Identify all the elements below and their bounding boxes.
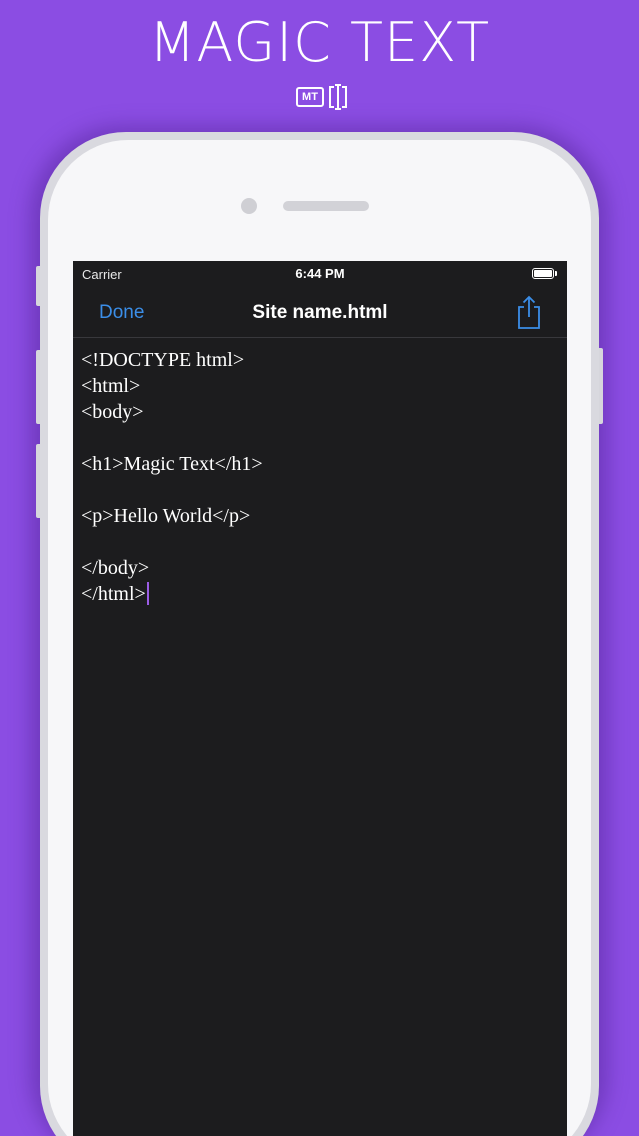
status-time: 6:44 PM	[295, 266, 345, 281]
code-line-text: </html>	[81, 583, 146, 605]
code-line: <p>Hello World</p>	[81, 505, 251, 527]
promo-headline: MAGIC TEXT	[148, 11, 491, 74]
document-title: Site name.html	[252, 302, 388, 323]
text-cursor-icon	[329, 84, 347, 110]
text-caret	[146, 582, 149, 605]
front-camera	[241, 198, 257, 214]
code-line: <h1>Magic Text</h1>	[81, 453, 263, 475]
code-editor[interactable]: <!DOCTYPE html> <html> <body> <h1>Magic …	[81, 347, 551, 607]
earpiece-speaker	[283, 201, 369, 211]
navigation-bar: Done Site name.html	[73, 287, 567, 338]
code-line: <body>	[81, 401, 144, 423]
code-line: </body>	[81, 557, 150, 579]
code-line: <!DOCTYPE html>	[81, 349, 245, 371]
logo-badge: MT	[296, 87, 324, 107]
status-bar: Carrier 6:44 PM	[73, 261, 567, 287]
app-screen: Carrier 6:44 PM Done Site name.html <!DO…	[73, 261, 567, 1136]
battery-full-icon	[532, 268, 557, 280]
code-line-last: </html>	[81, 581, 551, 607]
app-logo: MT	[296, 84, 352, 112]
code-line: <html>	[81, 375, 141, 397]
share-icon[interactable]	[514, 294, 544, 330]
